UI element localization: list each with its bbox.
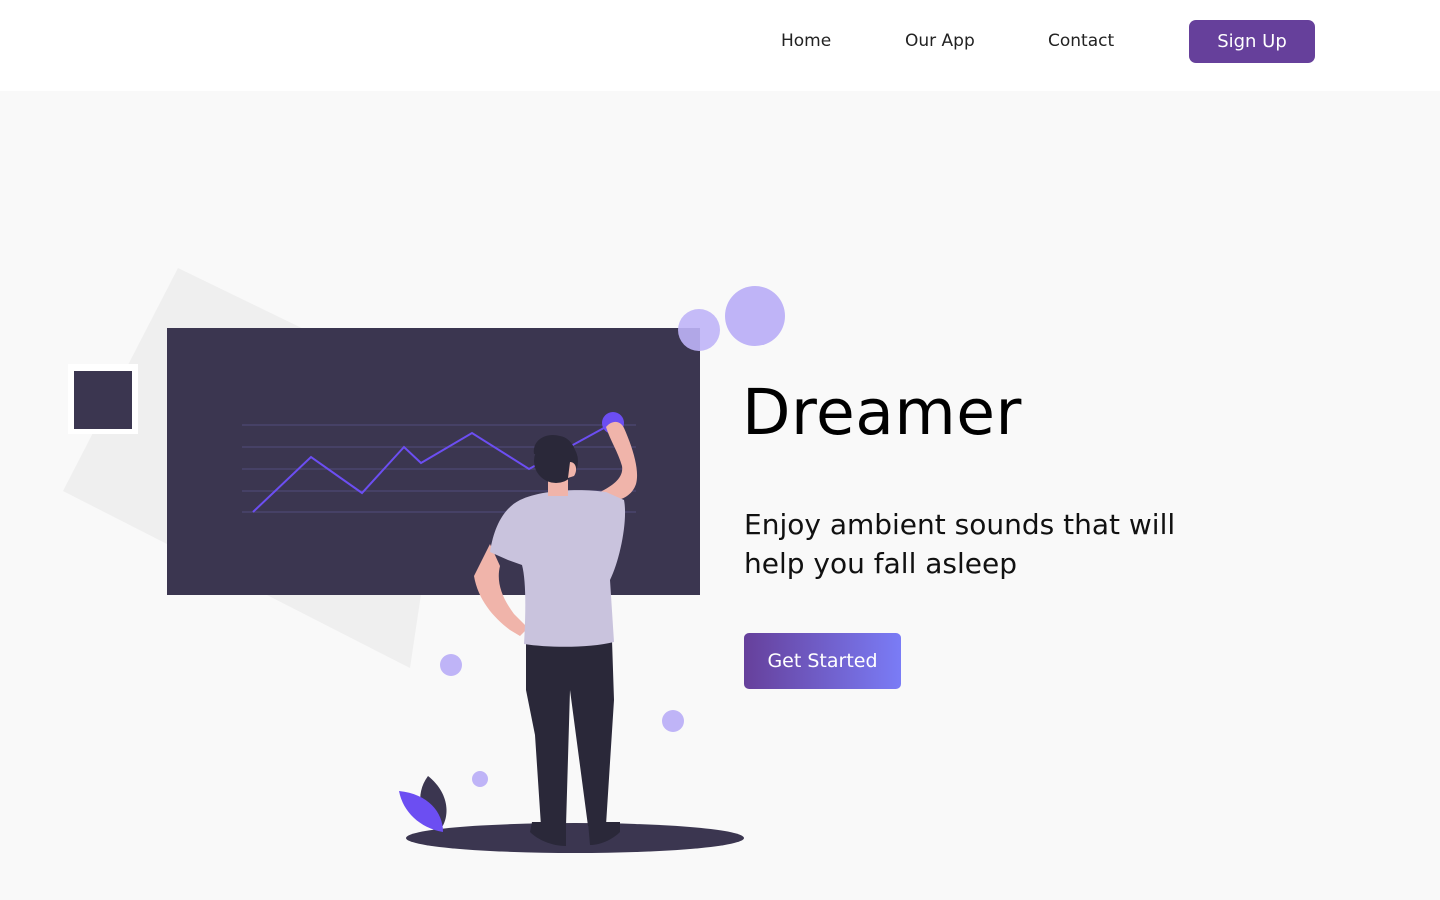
decor-circle-medium [678, 309, 720, 351]
nav-link-home[interactable]: Home [781, 30, 831, 52]
decor-circle-small [662, 710, 684, 732]
hero-subtitle: Enjoy ambient sounds that will help you … [744, 508, 1176, 580]
hero-illustration [63, 268, 785, 853]
nav-link-our-app[interactable]: Our App [905, 30, 975, 52]
decor-circle-small [472, 771, 488, 787]
hero-title: Dreamer [742, 376, 1022, 449]
sign-up-button[interactable]: Sign Up [1189, 20, 1315, 63]
whiteboard [167, 328, 700, 595]
top-navbar: Home Our App Contact Sign Up [0, 0, 1440, 91]
nav-link-contact[interactable]: Contact [1048, 30, 1114, 52]
get-started-button[interactable]: Get Started [744, 633, 901, 689]
decor-circle-large [725, 286, 785, 346]
ground-shadow [406, 823, 744, 853]
dark-square-shape [74, 371, 132, 429]
decor-circle-small [440, 654, 462, 676]
